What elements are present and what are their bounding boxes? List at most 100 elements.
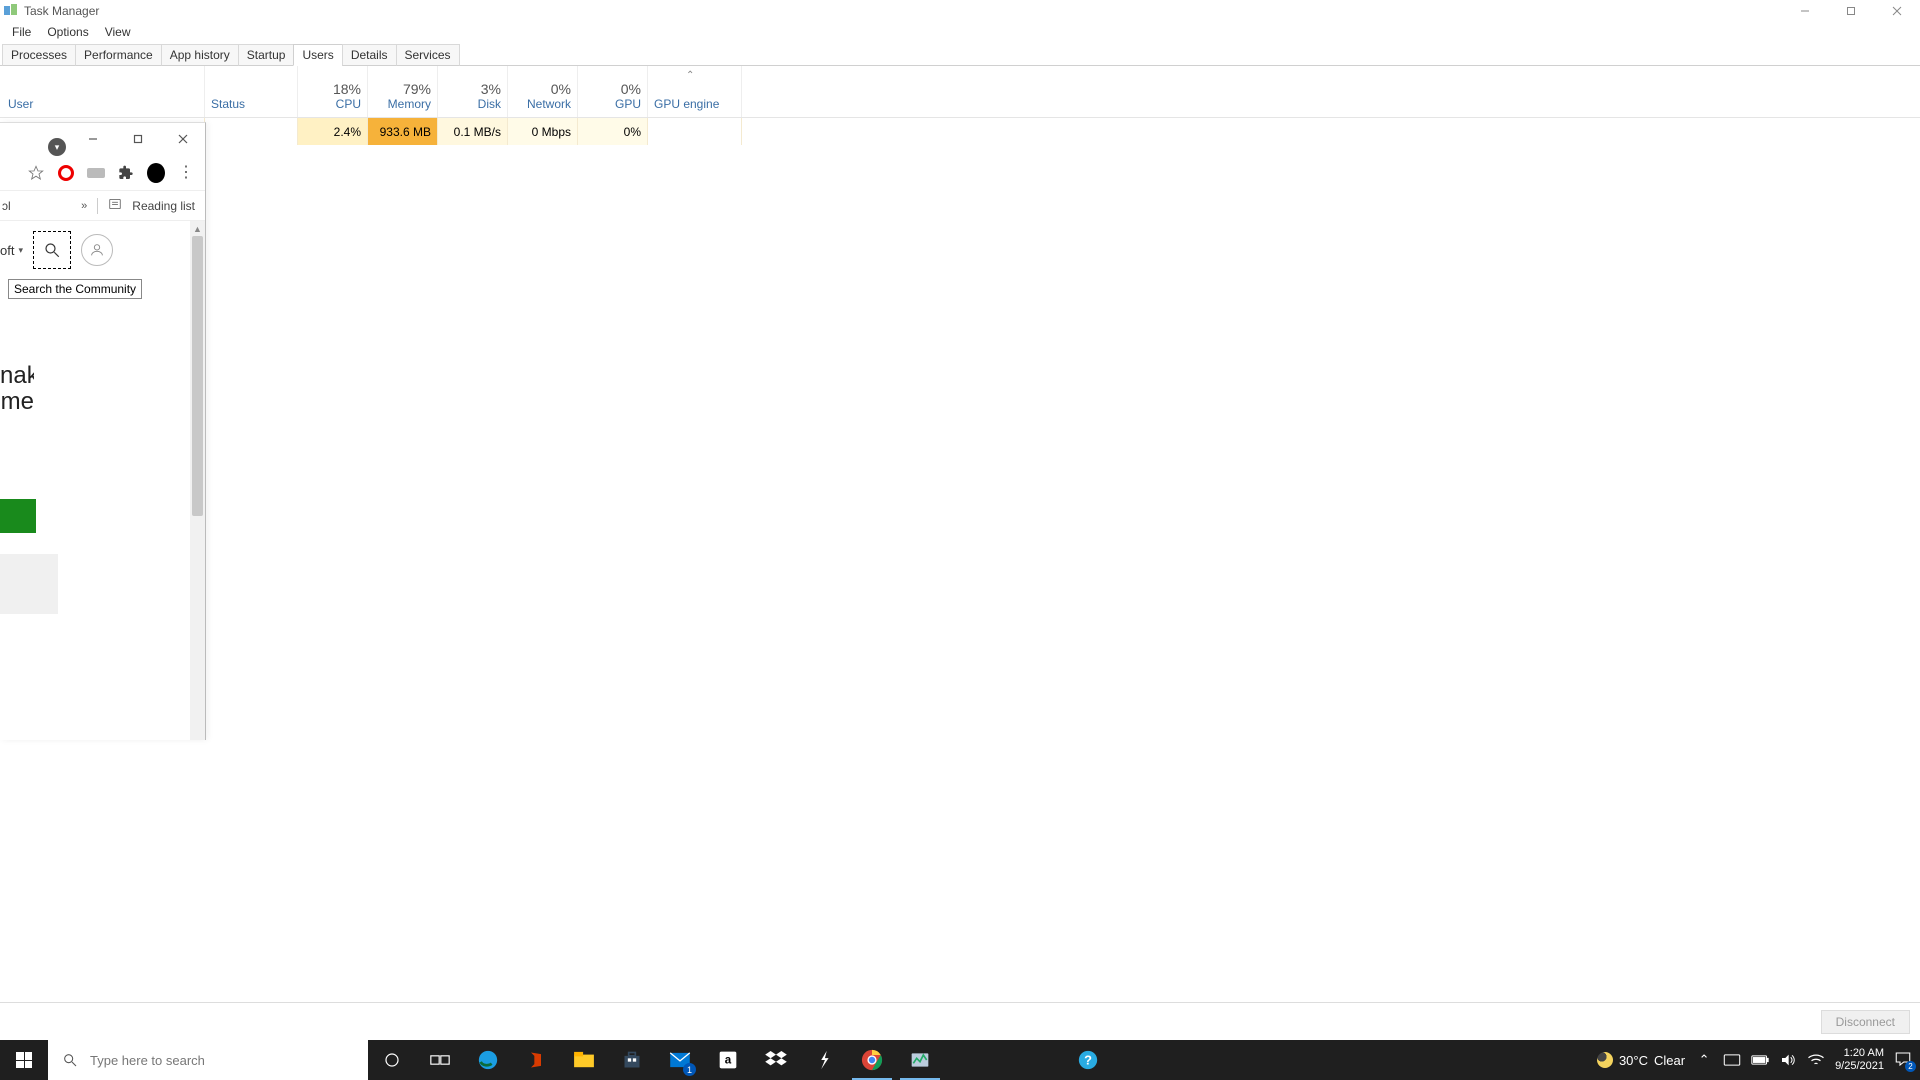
cell-memory: 933.6 MB: [368, 118, 438, 145]
header-gpu-pct: 0%: [621, 81, 641, 97]
profile-avatar[interactable]: [147, 164, 165, 182]
titlebar[interactable]: Task Manager: [0, 0, 1920, 22]
cell-cpu: 2.4%: [298, 118, 368, 145]
cell-disk: 0.1 MB/s: [438, 118, 508, 145]
window-title: Task Manager: [24, 4, 99, 18]
disconnect-button[interactable]: Disconnect: [1821, 1010, 1910, 1034]
close-button[interactable]: [1874, 0, 1920, 22]
header-status[interactable]: Status: [205, 66, 298, 117]
scroll-thumb[interactable]: [192, 236, 203, 516]
opera-icon[interactable]: [57, 164, 75, 182]
cell-status: [205, 118, 298, 145]
svg-text:?: ?: [1084, 1053, 1092, 1068]
cell-gpu-engine: [648, 118, 742, 145]
dropbox-icon[interactable]: [752, 1040, 800, 1080]
clock[interactable]: 1:20 AM 9/25/2021: [1835, 1047, 1884, 1073]
bookmark-star-icon[interactable]: [27, 164, 45, 182]
header-net-label: Network: [527, 97, 571, 111]
tab-app-history[interactable]: App history: [161, 44, 239, 66]
office-icon[interactable]: [512, 1040, 560, 1080]
tab-performance[interactable]: Performance: [75, 44, 162, 66]
search-tooltip: Search the Community: [8, 279, 142, 299]
header-gpu-engine[interactable]: ⌃ GPU engine: [648, 66, 742, 117]
amazon-icon[interactable]: a: [704, 1040, 752, 1080]
tray-overflow-icon[interactable]: ⌃: [1695, 1051, 1713, 1069]
tab-processes[interactable]: Processes: [2, 44, 76, 66]
reading-list-label[interactable]: Reading list: [132, 199, 195, 213]
tab-users[interactable]: Users: [293, 44, 342, 66]
start-button[interactable]: [0, 1040, 48, 1080]
mail-icon[interactable]: 1: [656, 1040, 704, 1080]
app-icon-s[interactable]: [800, 1040, 848, 1080]
file-explorer-icon[interactable]: [560, 1040, 608, 1080]
volume-icon[interactable]: [1779, 1051, 1797, 1069]
taskbar: Type here to search 1 a ? 30°C Clear ⌃ 1…: [0, 1040, 1920, 1080]
tab-services[interactable]: Services: [396, 44, 460, 66]
chevron-down-icon: ▾: [18, 245, 23, 256]
cortana-icon[interactable]: [368, 1040, 416, 1080]
table-row[interactable]: 2.4% 933.6 MB 0.1 MB/s 0 Mbps 0%: [0, 118, 1920, 145]
header-gpu-label: GPU: [615, 97, 641, 111]
cell-network: 0 Mbps: [508, 118, 578, 145]
header-disk-label: Disk: [478, 97, 501, 111]
notification-badge: 2: [1905, 1061, 1916, 1072]
ask-button-fragment[interactable]: [0, 499, 36, 533]
browser-toolbar: ⋮: [0, 155, 205, 191]
header-network[interactable]: 0% Network: [508, 66, 578, 117]
profile-button[interactable]: [81, 234, 113, 266]
task-manager-window: Task Manager File Options View Processes…: [0, 0, 1920, 1040]
menubar: File Options View: [0, 22, 1920, 42]
chrome-icon[interactable]: [848, 1040, 896, 1080]
tab-startup[interactable]: Startup: [238, 44, 295, 66]
task-manager-taskbar-icon[interactable]: [896, 1040, 944, 1080]
search-community-button[interactable]: [33, 231, 71, 269]
minimize-button[interactable]: [1782, 0, 1828, 22]
action-center-icon[interactable]: 2: [1894, 1050, 1914, 1070]
header-disk[interactable]: 3% Disk: [438, 66, 508, 117]
menu-file[interactable]: File: [4, 23, 39, 41]
edge-icon[interactable]: [464, 1040, 512, 1080]
browser-menu-icon[interactable]: ⋮: [177, 164, 195, 182]
header-cpu[interactable]: 18% CPU: [298, 66, 368, 117]
browser-titlebar[interactable]: [0, 123, 205, 155]
weather-widget[interactable]: 30°C Clear: [1597, 1052, 1685, 1068]
wifi-icon[interactable]: [1807, 1051, 1825, 1069]
menu-options[interactable]: Options: [39, 23, 96, 41]
task-manager-icon: [3, 3, 19, 19]
tab-dropdown-icon[interactable]: [48, 138, 66, 156]
battery-icon[interactable]: [1751, 1051, 1769, 1069]
keyboard-icon[interactable]: [1723, 1051, 1741, 1069]
header-memory[interactable]: 79% Memory: [368, 66, 438, 117]
scrollbar[interactable]: ▲: [190, 221, 205, 740]
header-gpu[interactable]: 0% GPU: [578, 66, 648, 117]
windows-logo-icon: [16, 1052, 32, 1068]
header-mem-label: Memory: [388, 97, 431, 111]
microsoft-store-icon[interactable]: [608, 1040, 656, 1080]
extensions-puzzle-icon[interactable]: [117, 164, 135, 182]
extension-icon-1[interactable]: [87, 164, 105, 182]
card-fragment: [0, 554, 58, 614]
page-heading-fragment: nake me: [0, 363, 34, 416]
bookmarks-overflow-icon[interactable]: »: [81, 200, 87, 212]
taskbar-search[interactable]: Type here to search: [48, 1040, 368, 1080]
browser-maximize-button[interactable]: [115, 124, 160, 154]
browser-viewport: oft▾ Search the Community nake me ▲: [0, 221, 205, 740]
clock-time: 1:20 AM: [1835, 1047, 1884, 1060]
header-disk-pct: 3%: [481, 81, 501, 97]
header-user[interactable]: User: [0, 66, 205, 117]
reading-list-icon: [108, 197, 122, 214]
scroll-up-icon[interactable]: ▲: [190, 221, 205, 236]
browser-close-button[interactable]: [160, 124, 205, 154]
nav-dropdown[interactable]: oft▾: [0, 243, 23, 258]
maximize-button[interactable]: [1828, 0, 1874, 22]
task-view-icon[interactable]: [416, 1040, 464, 1080]
get-help-icon[interactable]: ?: [1064, 1040, 1112, 1080]
taskbar-pinned: 1 a ?: [368, 1040, 1112, 1080]
browser-minimize-button[interactable]: [70, 124, 115, 154]
mail-badge: 1: [683, 1063, 696, 1076]
window-controls: [1782, 0, 1920, 22]
menu-view[interactable]: View: [97, 23, 139, 41]
tab-details[interactable]: Details: [342, 44, 397, 66]
moon-icon: [1597, 1052, 1613, 1068]
header-net-pct: 0%: [551, 81, 571, 97]
